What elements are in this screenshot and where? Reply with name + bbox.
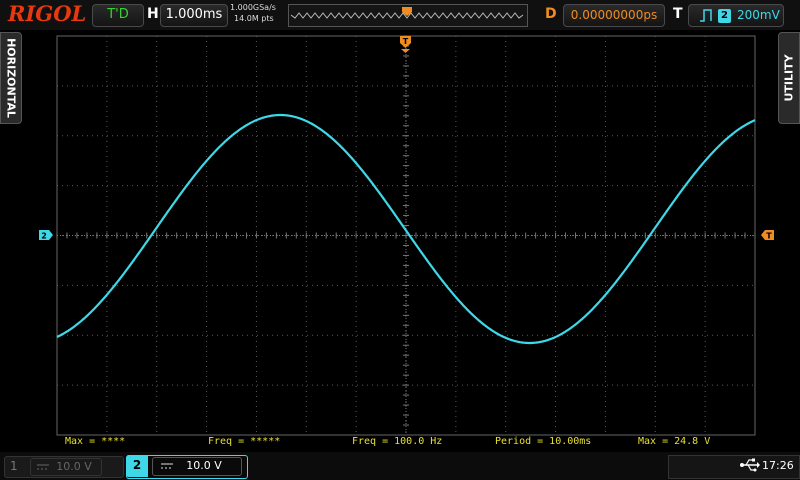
channel2-marker-label: 2 (41, 232, 47, 241)
channel2-number-badge: 2 (126, 455, 148, 477)
channel1-scale-value: 10.0 V (56, 460, 92, 473)
measurement-item[interactable]: Period = 10.00ms (495, 436, 591, 447)
channel2-scale[interactable]: 10.0 V (152, 457, 242, 476)
measurement-item[interactable]: Freq = ***** (208, 436, 280, 447)
waveform-display[interactable]: T 2 T (0, 0, 800, 480)
measurement-bar: Max = **** Freq = ***** Freq = 100.0 Hz … (58, 436, 756, 450)
channel2-trace (56, 113, 756, 345)
trigger-position-label: T (403, 37, 409, 46)
channel2-number: 2 (132, 458, 142, 472)
channel2-ground-marker[interactable]: 2 (39, 230, 53, 241)
measurement-item[interactable]: Max = **** (65, 436, 125, 447)
measurement-item[interactable]: Freq = 100.0 Hz (352, 436, 442, 447)
measurement-item[interactable]: Max = 24.8 V (638, 436, 710, 447)
channel2-scale-value: 10.0 V (186, 459, 222, 472)
usb-icon (740, 458, 760, 472)
trigger-position-marker[interactable]: T (400, 36, 411, 53)
clock: 17:26 (762, 459, 794, 472)
trigger-level-label: T (766, 232, 772, 241)
trigger-level-marker[interactable]: T (761, 230, 774, 241)
channel1-number: 1 (10, 459, 18, 473)
channel1-scale[interactable]: 10.0 V (30, 458, 102, 476)
